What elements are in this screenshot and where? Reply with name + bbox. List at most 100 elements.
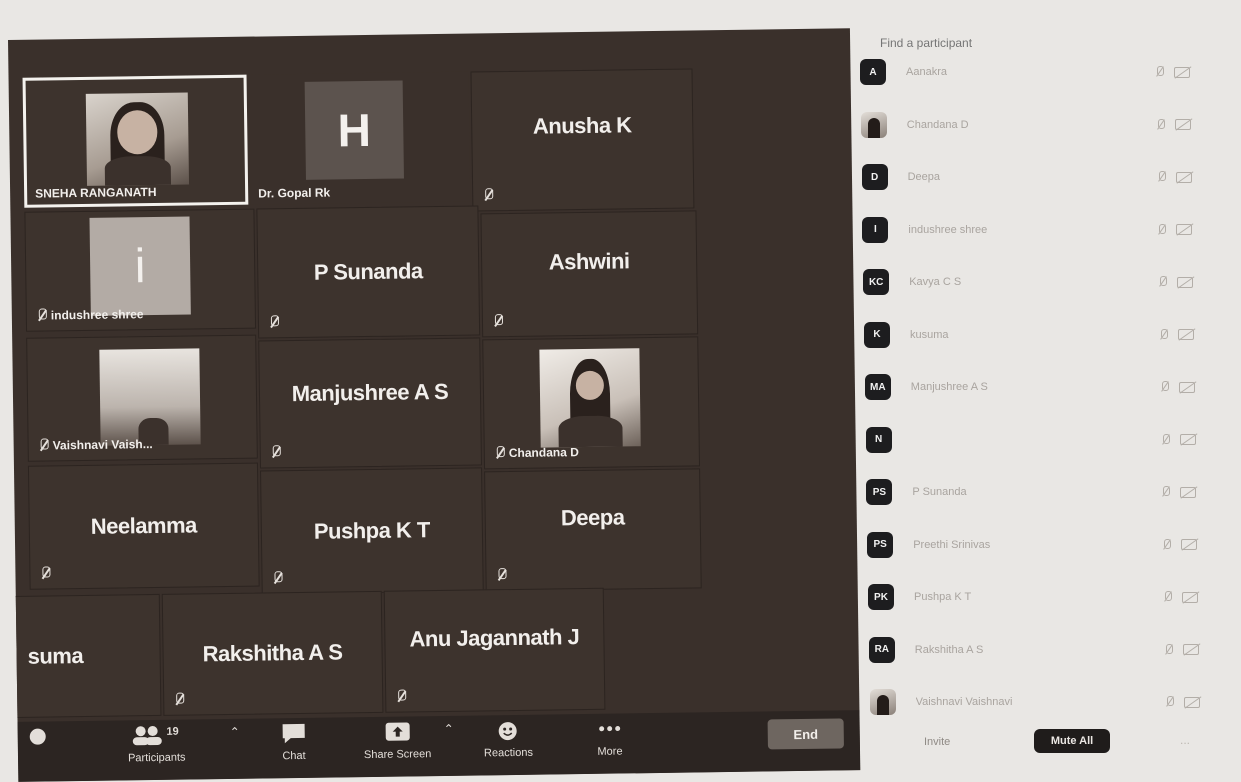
video-off-icon[interactable] [1174,66,1190,78]
participant-name-label [493,314,503,328]
participants-panel: A Aanakra Chandana D D Deepa Iindushree shree… [850,30,1241,782]
participant-avatar [860,111,887,138]
video-off-icon[interactable] [1175,171,1192,183]
share-caret-icon[interactable]: ⌃ [444,722,454,736]
video-off-icon[interactable] [1179,434,1196,445]
participant-row[interactable]: KC Kavya C S [863,262,1233,302]
mic-muted-icon [495,446,505,460]
participant-name-label: SNEHA RANGANATH [35,184,157,201]
end-meeting-button[interactable]: End [767,718,844,750]
video-off-icon[interactable] [1177,276,1194,288]
video-off-icon[interactable] [1178,329,1194,340]
video-off-icon[interactable] [1178,381,1195,393]
video-tile-sneha[interactable]: SNEHA RANGANATH [22,74,249,208]
participant-row[interactable]: D Deepa [861,157,1232,197]
video-tile-sunanda[interactable]: P Sunanda [256,205,481,339]
video-off-icon[interactable] [1180,486,1197,498]
more-button[interactable]: More [596,717,625,758]
mic-muted-icon [483,188,493,202]
video-tile-neelamma[interactable]: Neelamma [27,462,260,590]
participant-photo [85,92,190,186]
participant-name: Vaishnavi Vaishnavi [915,696,1013,708]
video-tile-indushree[interactable]: i indushree shree [24,208,257,332]
video-off-icon[interactable] [1176,224,1193,235]
mic-muted-icon[interactable] [1160,433,1172,447]
participant-status-icons [1157,275,1194,289]
participant-status-icons [1160,433,1196,447]
participant-row[interactable]: A Aanakra [860,52,1230,92]
mic-muted-icon[interactable] [1160,485,1172,499]
participants-caret-icon[interactable]: ⌃ [230,725,240,739]
video-tile-anusha[interactable]: Anusha K [470,68,695,212]
participant-row[interactable]: PK Pushpa K T [868,577,1238,617]
mic-muted-icon[interactable] [1159,380,1171,394]
video-tile-rakshitha[interactable]: Rakshitha A S [161,590,384,716]
meeting-toolbar: 19 Participants ⌃ Chat Share Screen ⌃ Re… [17,710,861,782]
participant-row[interactable]: Kkusuma [864,315,1234,355]
participant-row[interactable]: Chandana D [860,105,1231,145]
participant-name: Pushpa K T [914,591,972,603]
video-off-icon[interactable] [1174,119,1191,130]
video-off-icon[interactable] [1181,539,1198,550]
participant-name-label [496,568,506,582]
participant-status-icons [1161,538,1198,552]
reactions-label: Reactions [483,746,534,760]
mic-muted-icon[interactable] [1157,275,1169,289]
find-participant-input[interactable] [880,36,1080,50]
participant-name: Rakshitha A S [914,643,984,656]
participant-name: P Sunanda [313,258,423,285]
chat-button[interactable]: Chat [280,722,309,762]
video-tile-deepa[interactable]: Deepa [484,468,702,592]
video-off-icon[interactable] [1182,644,1199,655]
participant-row[interactable]: N [865,420,1236,460]
participant-name: suma [27,643,84,669]
participant-row[interactable]: Vaishnavi Vaishnavi [869,682,1240,722]
participant-status-icons [1156,170,1192,184]
video-tile-anu[interactable]: Anu Jagannath J [383,587,606,713]
mic-muted-icon[interactable] [1155,118,1167,132]
mic-muted-icon[interactable] [1154,65,1166,79]
participant-row[interactable]: PS Preethi Srinivas [867,525,1237,565]
share-screen-button[interactable]: Share Screen [363,720,432,762]
invite-button[interactable]: Invite [924,736,950,748]
participants-label: Participants [127,751,186,765]
video-off-icon[interactable] [1182,591,1198,603]
participant-name: Deepa [560,504,625,531]
participant-name-label: Dr. Gopal Rk [258,185,331,201]
participant-name: Deepa [907,171,941,183]
video-tile-manjushree[interactable]: Manjushree A S [258,337,482,469]
video-tile-kusuma[interactable]: suma [11,593,162,718]
reactions-button[interactable]: Reactions [483,719,534,760]
participant-name: Chandana D [906,118,969,131]
share-screen-label: Share Screen [363,748,432,762]
audio-button[interactable] [24,725,52,747]
video-tile-ashwini[interactable]: Ashwini [480,210,699,338]
mic-muted-icon [37,308,47,322]
more-icon [596,717,624,739]
video-tile-gopal[interactable]: H Dr. Gopal Rk [248,71,471,205]
mic-muted-icon[interactable] [1163,643,1175,657]
participant-avatar [869,689,896,715]
mute-all-button[interactable]: Mute All [1034,729,1110,753]
mic-muted-icon[interactable] [1161,538,1173,552]
participant-row[interactable]: Iindushree shree [862,210,1232,250]
participant-row[interactable]: PS P Sunanda [866,472,1236,512]
participant-name: Pushpa K T [313,517,431,544]
participant-avatar: I [862,216,889,243]
mic-muted-icon[interactable] [1156,170,1168,184]
video-tile-pushpa[interactable]: Pushpa K T [260,467,484,595]
participant-row[interactable]: RA Rakshitha A S [868,630,1239,670]
mic-muted-icon[interactable] [1158,328,1170,342]
video-off-icon[interactable] [1183,696,1200,708]
participant-row[interactable]: MA Manjushree A S [864,367,1235,407]
participants-button[interactable]: 19 Participants [128,724,186,765]
participant-status-icons [1160,485,1197,499]
video-tile-vaishnavi[interactable]: Vaishnavi Vaish... [26,334,258,462]
video-tile-chandana[interactable]: Chandana D [482,336,701,470]
mic-muted-icon[interactable] [1156,223,1168,237]
panel-more-button[interactable]: ... [1180,733,1190,747]
more-label: More [597,745,623,758]
mic-muted-icon[interactable] [1164,695,1176,709]
mic-muted-icon[interactable] [1162,590,1174,604]
participant-name-label: Chandana D [495,445,579,460]
